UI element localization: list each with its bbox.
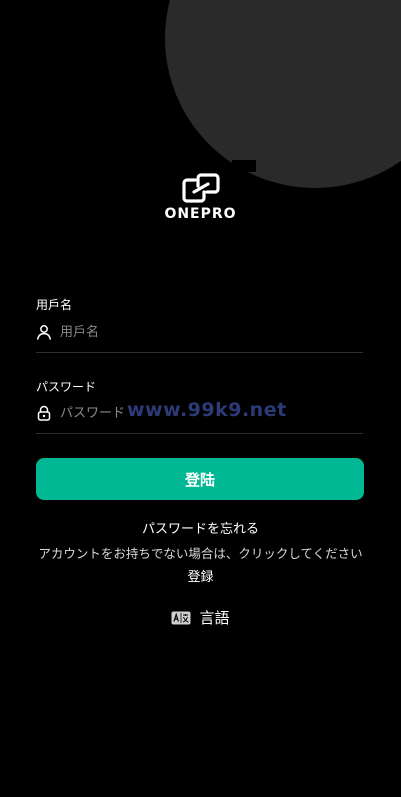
login-page: ONEPRO 用戶名 パスワード www.99k9.net 登陆 パスワードを忘… — [0, 0, 401, 797]
register-link[interactable]: 登録 — [0, 566, 401, 585]
language-label: 言語 — [199, 609, 230, 627]
decorative-notch — [232, 160, 256, 172]
lock-icon — [36, 405, 52, 421]
username-label: 用戶名 — [36, 298, 73, 312]
language-selector[interactable]: 言語 — [0, 607, 401, 628]
forgot-password-link[interactable]: パスワードを忘れる — [0, 518, 401, 537]
onepro-logo-icon — [181, 173, 220, 203]
translate-icon — [171, 611, 191, 624]
watermark-text: www.99k9.net — [127, 399, 287, 421]
username-field — [36, 312, 363, 353]
user-icon — [36, 324, 52, 340]
username-input[interactable] — [60, 320, 363, 344]
login-button[interactable]: 登陆 — [36, 458, 364, 500]
register-hint: アカウントをお持ちでない場合は、クリックしてください — [38, 546, 363, 561]
brand-name: ONEPRO — [164, 206, 237, 222]
brand-logo: ONEPRO — [0, 172, 401, 222]
decorative-circle — [165, 0, 401, 188]
